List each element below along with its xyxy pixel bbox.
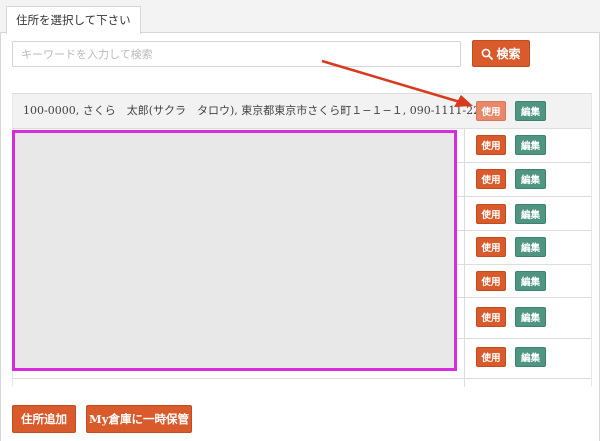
use-button[interactable]: 使用	[476, 204, 506, 224]
search-button-label: 検索	[496, 47, 521, 61]
use-button[interactable]: 使用	[476, 347, 506, 367]
address-row[interactable]: 100-0000, さくら 太郎(サクラ タロウ), 東京都東京市さくら町１−１…	[13, 94, 591, 129]
edit-button[interactable]: 編集	[515, 237, 546, 257]
column-divider	[464, 129, 465, 387]
search-icon	[481, 48, 494, 60]
edit-button[interactable]: 編集	[515, 204, 546, 224]
use-button[interactable]: 使用	[476, 169, 506, 189]
edit-button[interactable]: 編集	[515, 271, 546, 291]
use-button[interactable]: 使用	[476, 271, 506, 291]
edit-button[interactable]: 編集	[515, 135, 546, 155]
add-address-button[interactable]: 住所追加	[12, 405, 76, 433]
annotation-arrow-icon	[321, 59, 473, 107]
use-button[interactable]: 使用	[476, 135, 506, 155]
use-button[interactable]: 使用	[476, 237, 506, 257]
use-button[interactable]: 使用	[476, 307, 506, 327]
temp-store-button[interactable]: My倉庫に一時保管	[86, 405, 192, 433]
tab-select-address[interactable]: 住所を選択して下さい	[6, 6, 141, 34]
search-button[interactable]: 検索	[472, 40, 530, 67]
use-button[interactable]: 使用	[476, 101, 506, 121]
redacted-area	[12, 130, 457, 371]
edit-button[interactable]: 編集	[515, 347, 546, 367]
edit-button[interactable]: 編集	[515, 101, 546, 121]
edit-button[interactable]: 編集	[515, 169, 546, 189]
edit-button[interactable]: 編集	[515, 307, 546, 327]
tab-bar: 住所を選択して下さい	[0, 0, 600, 34]
